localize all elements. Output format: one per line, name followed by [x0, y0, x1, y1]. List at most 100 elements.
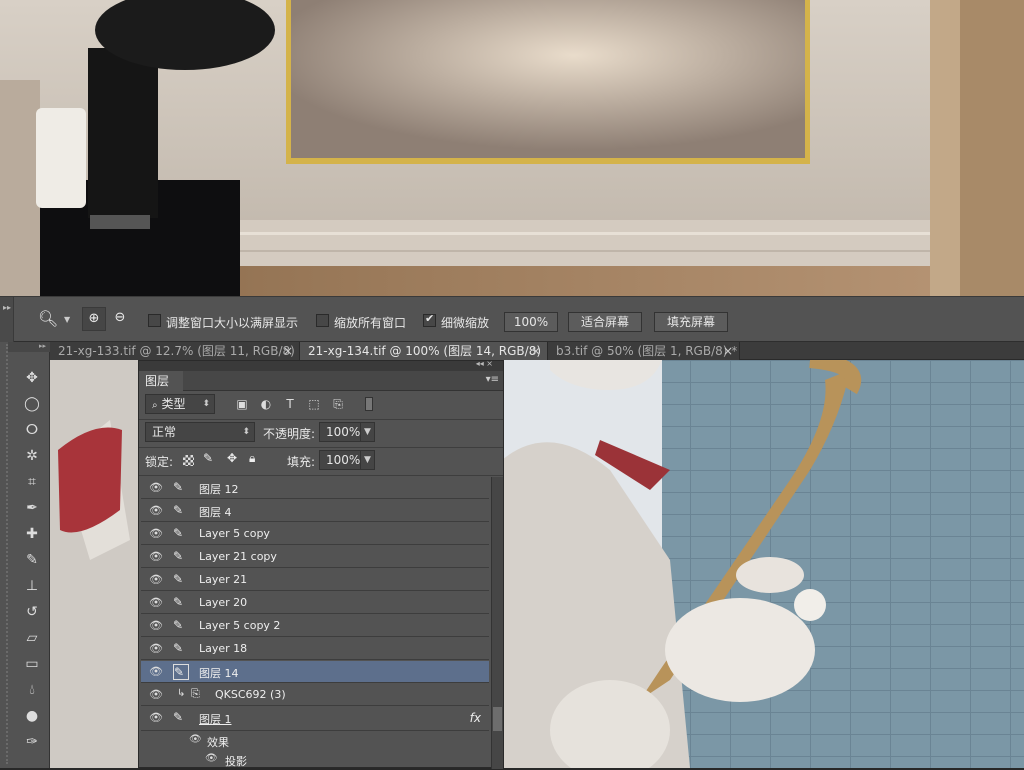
lock-transparency-icon[interactable]	[183, 455, 194, 466]
brush-icon: ✎	[173, 526, 184, 540]
layer-row[interactable]: 👁︎ ✎ Layer 20	[141, 592, 489, 614]
interior-scene-image	[0, 0, 1024, 296]
eye-icon[interactable]: 👁︎	[149, 619, 163, 632]
layer-row[interactable]: 👁︎ ✎ 图层 4	[141, 500, 489, 522]
tab-document-2[interactable]: 21-xg-134.tif @ 100% (图层 14, RGB/8) ×	[300, 342, 548, 360]
type-filter-icon[interactable]: T	[283, 397, 297, 411]
brush-icon: ✎	[173, 549, 184, 563]
clone-stamp-tool-icon[interactable]: ⊥	[18, 574, 46, 598]
layer-row[interactable]: 👁︎ ✎ Layer 5 copy	[141, 523, 489, 545]
pixel-filter-icon[interactable]: ▣	[235, 397, 249, 411]
eye-icon[interactable]: 👁︎	[205, 753, 218, 764]
close-icon[interactable]: ×	[283, 342, 293, 360]
chevron-updown-icon: ⬍	[202, 399, 210, 409]
shape-filter-icon[interactable]: ⬚	[307, 397, 321, 411]
layer-filter-select[interactable]: ⌕ 类型 ⬍	[145, 394, 215, 414]
zoom-tool-preset-icon[interactable]: 🔍︎	[38, 309, 58, 328]
layer-list: 👁︎ ✎ 图层 12 👁︎ ✎ 图层 4 👁︎ ✎ Layer 5 copy 👁…	[139, 477, 491, 769]
layer-row[interactable]: 👁︎ ✎ 图层 12	[141, 477, 489, 499]
eye-icon[interactable]: 👁︎	[149, 711, 163, 724]
eye-icon[interactable]: 👁︎	[149, 596, 163, 609]
opacity-label: 不透明度:	[263, 427, 316, 441]
brush-tool-icon[interactable]: ✎	[18, 548, 46, 572]
blend-mode-select[interactable]: 正常 ⬍	[145, 422, 255, 442]
lasso-tool-icon[interactable]: ⵔ	[18, 418, 46, 442]
chevron-down-icon[interactable]: ▼	[360, 423, 374, 441]
lock-position-icon[interactable]: ✥	[227, 451, 237, 465]
brush-icon: ✎	[173, 664, 189, 680]
scrollbar-thumb[interactable]	[493, 707, 502, 731]
eye-icon[interactable]: 👁︎	[149, 573, 163, 586]
smart-object-layer-row[interactable]: 👁︎ ↳ ⎘ QKSC692 (3)	[141, 684, 489, 706]
chevron-down-icon[interactable]: ▼	[360, 451, 374, 469]
scrubby-zoom-label: 细微缩放	[441, 316, 490, 330]
filter-toggle-switch[interactable]	[365, 397, 373, 411]
fx-icon[interactable]: fx	[470, 711, 481, 725]
gradient-tool-icon[interactable]: ▭	[18, 652, 46, 676]
fit-screen-button[interactable]: 适合屏幕	[568, 312, 642, 332]
layer-row[interactable]: 👁︎ ✎ Layer 18	[141, 638, 489, 660]
layer-list-scrollbar[interactable]	[491, 477, 503, 769]
layer-row[interactable]: 👁︎ ✎ 图层 1 fx	[141, 707, 489, 731]
brush-icon: ✎	[173, 480, 184, 494]
tab-layers[interactable]: 图层	[139, 371, 183, 391]
tab-label: 21-xg-134.tif @ 100% (图层 14, RGB/8)	[308, 344, 542, 358]
layer-name: 图层 14	[199, 667, 239, 680]
marquee-tool-icon[interactable]: ◯	[18, 392, 46, 416]
close-icon[interactable]: ×	[531, 342, 541, 360]
eye-icon[interactable]: 👁︎	[149, 550, 163, 563]
eraser-tool-icon[interactable]: ▱	[18, 626, 46, 650]
scrubby-zoom-checkbox[interactable]	[423, 312, 436, 327]
zoom-all-windows-checkbox[interactable]	[316, 314, 329, 327]
blur-tool-icon[interactable]: 💧︎	[18, 678, 46, 702]
move-tool-icon[interactable]: ✥	[18, 366, 46, 390]
chevron-down-icon[interactable]: ▼	[64, 315, 70, 324]
pen-tool-icon[interactable]: ✑	[18, 730, 46, 754]
eye-icon[interactable]: 👁︎	[149, 504, 163, 517]
smart-object-filter-icon[interactable]: ⎘	[331, 397, 345, 411]
lock-all-icon[interactable]: 🔒︎	[249, 451, 255, 466]
fill-input[interactable]: 100% ▼	[319, 450, 375, 470]
panel-menu-icon[interactable]: ▾≡	[486, 374, 499, 385]
tab-label: b3.tif @ 50% (图层 1, RGB/8) *	[556, 344, 738, 358]
brush-icon: ✎	[173, 503, 184, 517]
healing-brush-tool-icon[interactable]: ✚	[18, 522, 46, 546]
toolbox-grip[interactable]	[6, 344, 14, 764]
close-icon[interactable]: ×	[723, 342, 733, 360]
layer-row[interactable]: 👁︎ ✎ Layer 21 copy	[141, 546, 489, 568]
toolbox-collapse-icon[interactable]: ▸▸	[8, 342, 50, 352]
tab-document-1[interactable]: 21-xg-133.tif @ 12.7% (图层 11, RGB/8) ×	[50, 342, 300, 360]
adjustment-filter-icon[interactable]: ◐	[259, 397, 273, 411]
eye-icon[interactable]: 👁︎	[189, 734, 202, 745]
resize-windows-label: 调整窗口大小以满屏显示	[166, 316, 299, 330]
eye-icon[interactable]: 👁︎	[149, 481, 163, 494]
fill-screen-button[interactable]: 填充屏幕	[654, 312, 728, 332]
layer-row[interactable]: 👁︎ ✎ Layer 21	[141, 569, 489, 591]
crop-tool-icon[interactable]: ⌗	[18, 470, 46, 494]
opacity-input[interactable]: 100% ▼	[319, 422, 375, 442]
zoom-in-icon[interactable]: ⊕	[82, 307, 106, 331]
eye-icon[interactable]: 👁︎	[149, 642, 163, 655]
effects-row[interactable]: 👁︎ 效果	[141, 732, 489, 751]
eye-icon[interactable]: 👁︎	[149, 665, 163, 678]
zoom-out-icon[interactable]: ⊖	[108, 307, 132, 331]
search-icon: ⌕	[152, 400, 158, 411]
collapse-panel-icon[interactable]: ◂◂ ×	[476, 359, 493, 368]
zoom-100-button[interactable]: 100%	[504, 312, 558, 332]
eye-icon[interactable]: 👁︎	[149, 688, 163, 701]
history-brush-tool-icon[interactable]: ↺	[18, 600, 46, 624]
magic-wand-tool-icon[interactable]: ✲	[18, 444, 46, 468]
eyedropper-tool-icon[interactable]: ✒	[18, 496, 46, 520]
layer-row-selected[interactable]: 👁︎ ✎ 图层 14	[141, 661, 489, 683]
layer-row[interactable]: 👁︎ ✎ Layer 5 copy 2	[141, 615, 489, 637]
resize-windows-checkbox[interactable]	[148, 314, 161, 327]
layer-name: Layer 18	[199, 642, 248, 655]
eye-icon[interactable]: 👁︎	[149, 527, 163, 540]
dodge-tool-icon[interactable]: ●	[18, 704, 46, 728]
fill-value: 100%	[326, 453, 361, 467]
lock-pixels-icon[interactable]: ✎	[203, 451, 213, 465]
filter-kind-label: 类型	[161, 397, 186, 411]
tab-document-3[interactable]: b3.tif @ 50% (图层 1, RGB/8) * ×	[548, 342, 740, 360]
drop-shadow-row[interactable]: 👁︎ 投影	[141, 751, 489, 770]
options-bar-grip[interactable]: ▸▸	[0, 297, 14, 343]
